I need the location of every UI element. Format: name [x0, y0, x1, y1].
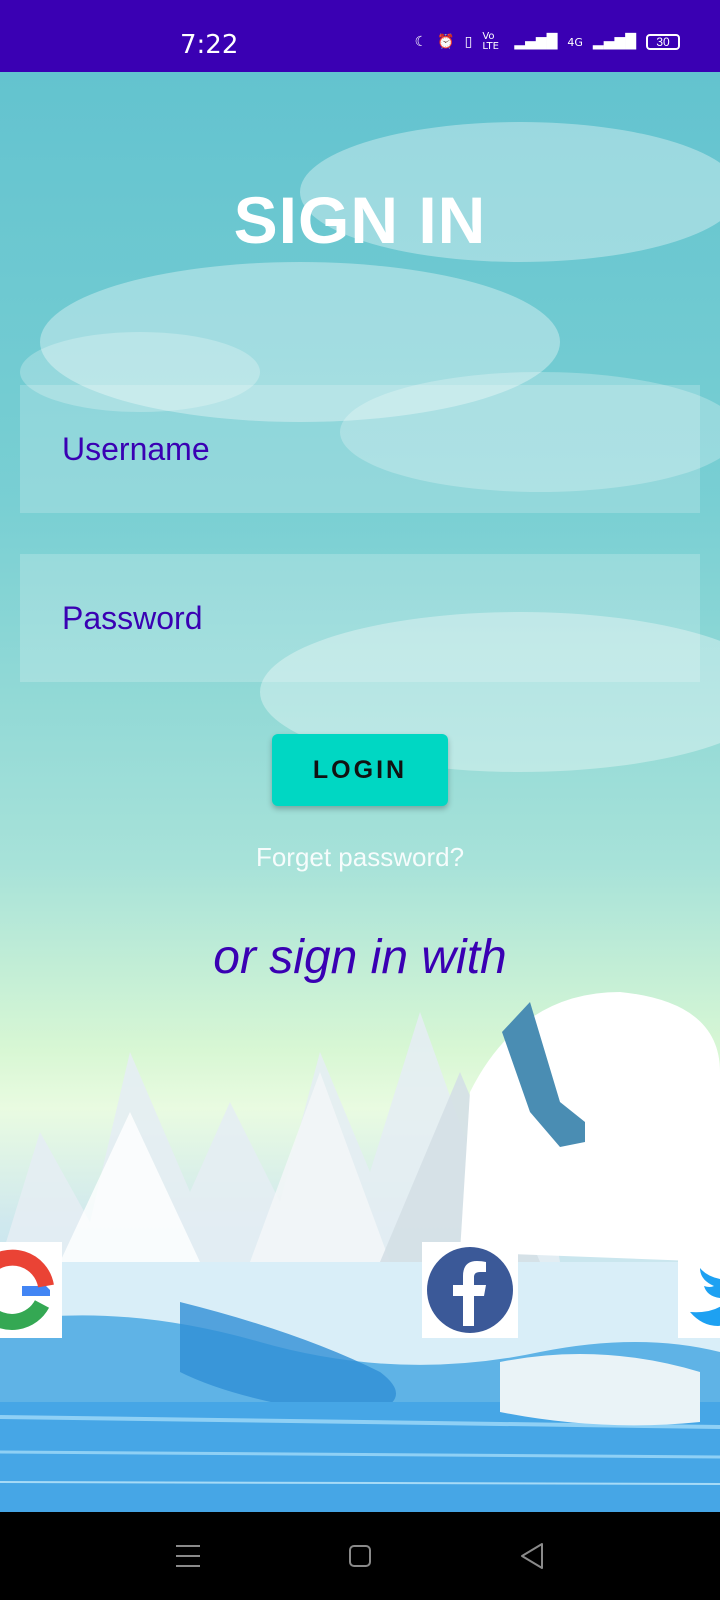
password-field[interactable] — [20, 554, 700, 682]
password-input[interactable] — [60, 598, 664, 638]
4g-icon: 4G — [567, 35, 583, 49]
google-signin-button[interactable] — [0, 1242, 62, 1338]
home-icon[interactable] — [340, 1536, 380, 1576]
system-nav-bar — [0, 1512, 720, 1600]
forgot-password-link[interactable]: Forget password? — [0, 842, 720, 873]
google-icon — [0, 1249, 54, 1330]
signal-icon: ▂▄▆█ — [514, 34, 558, 50]
status-icons: ☾ ⏰ ▯ Vo LTE ▂▄▆█ 4G ▂▄▆█ 30 — [415, 32, 680, 52]
page-title: SIGN IN — [233, 183, 487, 257]
app-screen: SIGN IN LOGIN Forget password? or sign i… — [0, 72, 720, 1512]
menu-icon[interactable] — [168, 1536, 208, 1576]
battery-icon: 30 — [646, 34, 680, 50]
vibrate-icon: ▯ — [464, 34, 473, 50]
signal-icon: ▂▄▆█ — [592, 34, 636, 50]
username-input[interactable] — [60, 429, 664, 469]
alt-signin-label: or sign in with — [213, 931, 507, 984]
facebook-signin-button[interactable] — [422, 1242, 518, 1338]
twitter-icon — [690, 1268, 720, 1326]
back-icon[interactable] — [512, 1536, 552, 1576]
login-button[interactable]: LOGIN — [272, 734, 448, 806]
facebook-icon — [427, 1247, 513, 1333]
status-time: 7:22 — [180, 30, 239, 60]
status-bar: 7:22 ☾ ⏰ ▯ Vo LTE ▂▄▆█ 4G ▂▄▆█ 30 — [0, 0, 720, 72]
alarm-icon: ⏰ — [437, 34, 455, 50]
username-field[interactable] — [20, 385, 700, 513]
twitter-signin-button[interactable] — [678, 1242, 720, 1338]
volte-icon: Vo LTE — [482, 31, 499, 52]
moon-icon: ☾ — [414, 34, 428, 50]
